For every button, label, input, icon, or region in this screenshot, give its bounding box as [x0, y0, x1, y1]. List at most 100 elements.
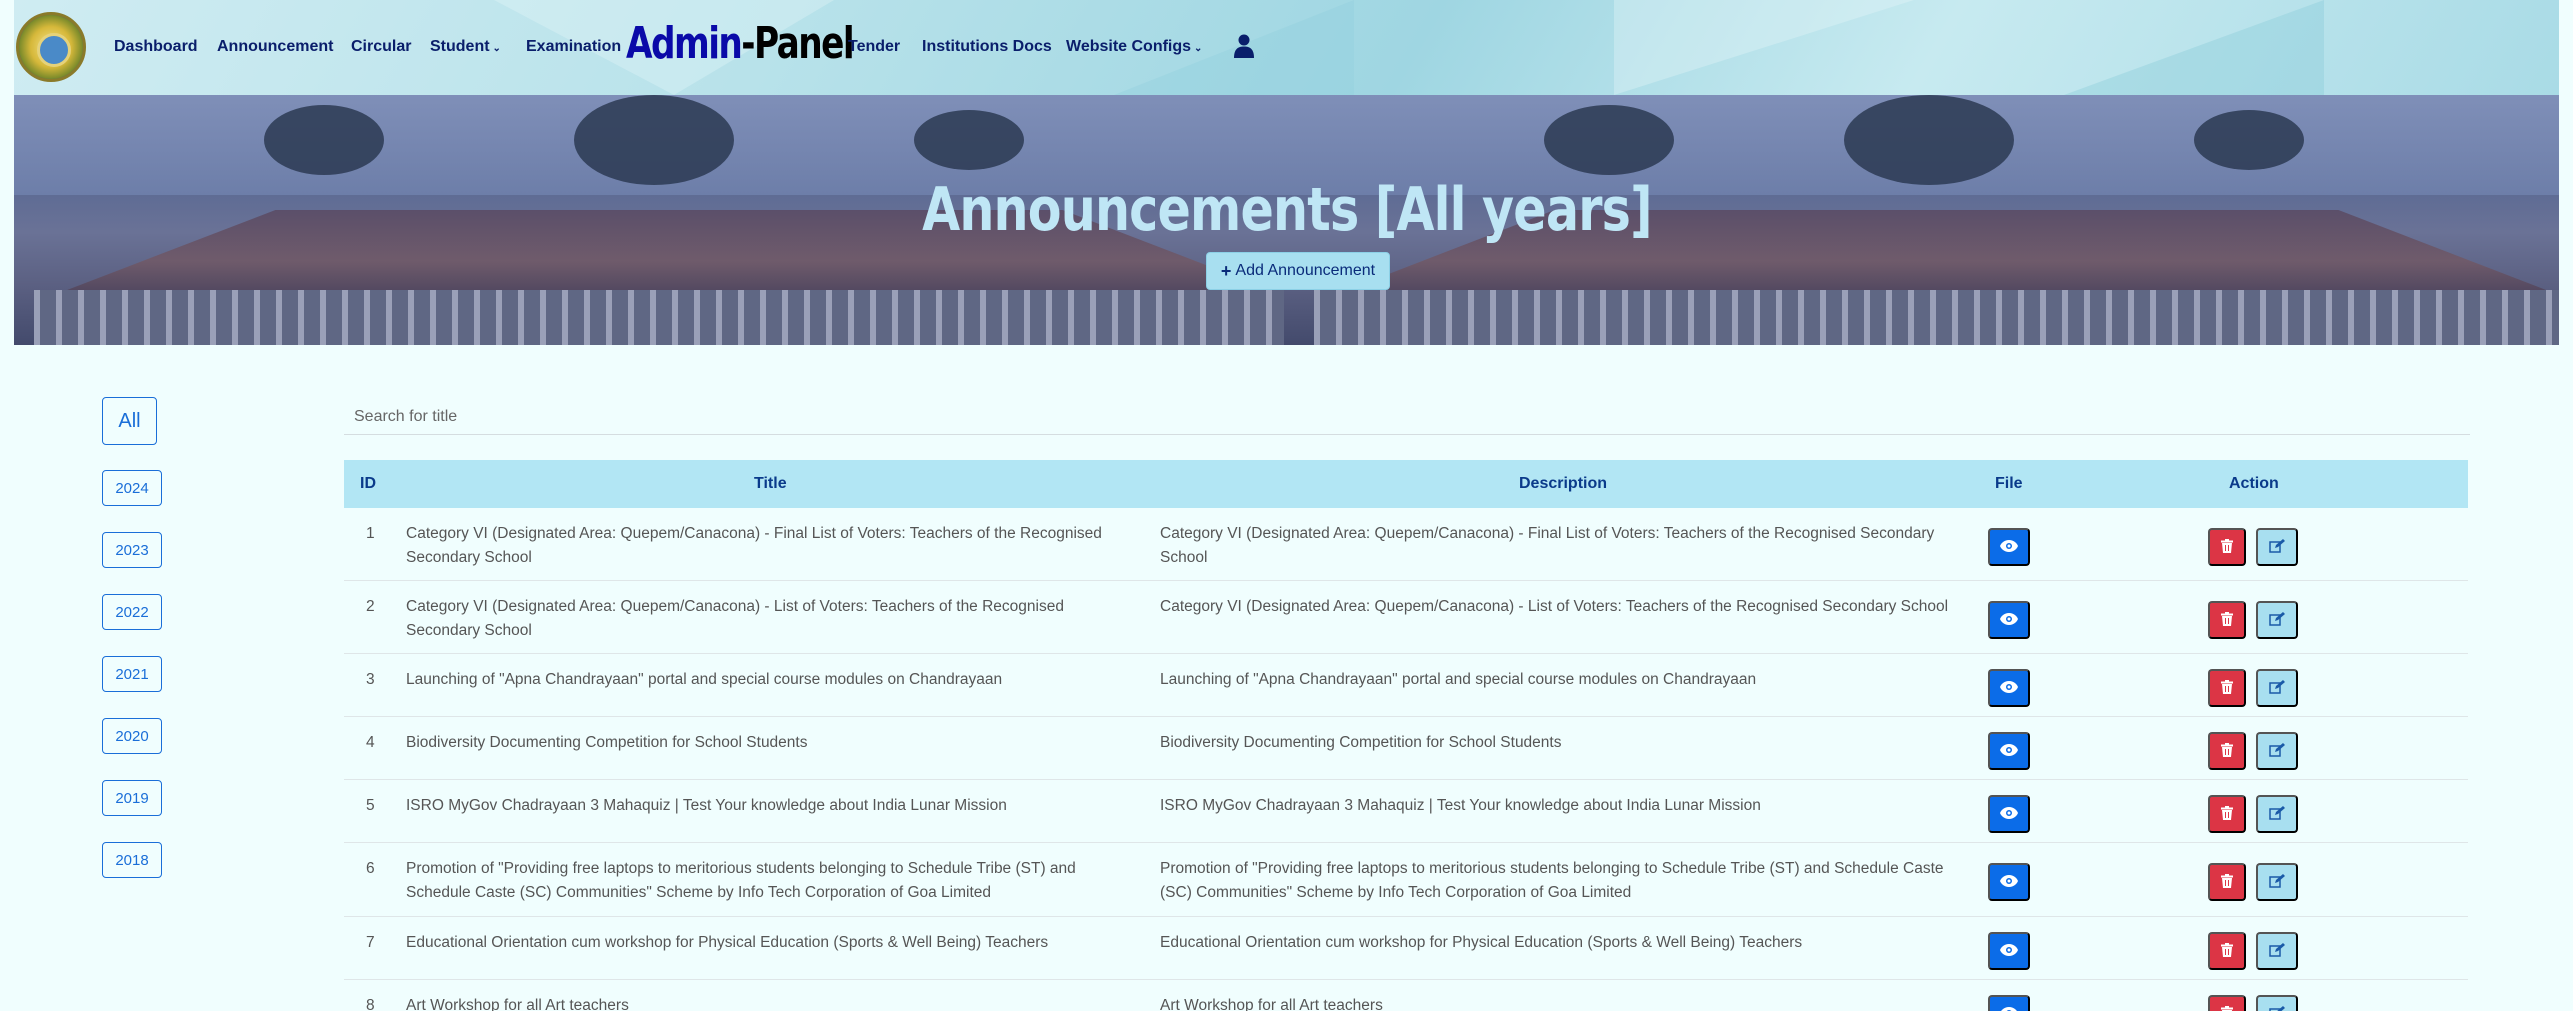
edit-icon: [2269, 538, 2285, 556]
cell-id: 8: [366, 997, 375, 1011]
cell-description: Educational Orientation cum workshop for…: [1160, 934, 1803, 951]
year-filter-2020[interactable]: 2020: [102, 718, 162, 754]
nav-dashboard[interactable]: Dashboard: [114, 38, 198, 56]
year-filter-2024[interactable]: 2024: [102, 470, 162, 506]
table-header: ID Title Description File Action: [344, 460, 2468, 508]
edit-button[interactable]: [2256, 863, 2298, 901]
nav-tender[interactable]: Tender: [848, 38, 900, 56]
edit-button[interactable]: [2256, 669, 2298, 707]
top-navbar: Dashboard Announcement Circular Student ⌄…: [14, 0, 2559, 95]
cell-id: 1: [366, 525, 375, 542]
brand-part-admin: Admin: [626, 18, 743, 69]
edit-button[interactable]: [2256, 932, 2298, 970]
cell-description: Art Workshop for all Art teachers: [1160, 997, 1383, 1011]
nav-student-dropdown[interactable]: Student ⌄: [430, 38, 501, 56]
delete-button[interactable]: [2208, 732, 2246, 770]
edit-icon: [2269, 942, 2285, 960]
trash-icon: [2221, 538, 2233, 556]
nav-announcement[interactable]: Announcement: [217, 38, 333, 56]
year-filter-2023[interactable]: 2023: [102, 532, 162, 568]
year-filter-2018[interactable]: 2018: [102, 842, 162, 878]
palm-tree: [264, 105, 384, 175]
table-row: 7 Educational Orientation cum workshop fo…: [344, 917, 2468, 980]
trash-icon: [2221, 942, 2233, 960]
background-facet: [2064, 0, 2324, 95]
cell-id: 3: [366, 671, 375, 688]
cell-description: Category VI (Designated Area: Quepem/Can…: [1160, 598, 1949, 615]
year-filter-2022[interactable]: 2022: [102, 594, 162, 630]
edit-button[interactable]: [2256, 601, 2298, 639]
delete-button[interactable]: [2208, 601, 2246, 639]
trash-icon: [2221, 611, 2233, 629]
palm-tree: [1844, 95, 2014, 185]
cell-title: Promotion of "Providing free laptops to …: [406, 860, 1076, 901]
trash-icon: [2221, 742, 2233, 760]
add-announcement-label: Add Announcement: [1235, 262, 1376, 279]
building-wall: [1314, 290, 2559, 345]
table-row: 1 Category VI (Designated Area: Quepem/Ca…: [344, 508, 2468, 581]
trash-icon: [2221, 679, 2233, 697]
header-file: File: [1995, 475, 2023, 492]
cell-title: Art Workshop for all Art teachers: [406, 997, 629, 1011]
delete-button[interactable]: [2208, 932, 2246, 970]
view-file-button[interactable]: [1988, 732, 2030, 770]
cell-id: 2: [366, 598, 375, 615]
cell-title: Launching of "Apna Chandrayaan" portal a…: [406, 671, 1003, 688]
delete-button[interactable]: [2208, 795, 2246, 833]
nav-examination[interactable]: Examination: [526, 38, 621, 56]
edit-icon: [2269, 742, 2285, 760]
cell-id: 7: [366, 934, 375, 951]
eye-icon: [2000, 612, 2018, 628]
institution-logo[interactable]: [16, 12, 86, 82]
header-id: ID: [360, 475, 376, 492]
table-row: 2 Category VI (Designated Area: Quepem/Ca…: [344, 581, 2468, 654]
eye-icon: [2000, 874, 2018, 890]
cell-description: Biodiversity Documenting Competition for…: [1160, 734, 1562, 751]
view-file-button[interactable]: [1988, 528, 2030, 566]
view-file-button[interactable]: [1988, 669, 2030, 707]
table-row: 5 ISRO MyGov Chadrayaan 3 Mahaquiz | Test…: [344, 780, 2468, 843]
cell-id: 4: [366, 734, 375, 751]
cell-id: 6: [366, 860, 375, 877]
nav-circular[interactable]: Circular: [351, 38, 411, 56]
edit-button[interactable]: [2256, 795, 2298, 833]
cell-description: Promotion of "Providing free laptops to …: [1160, 860, 1944, 901]
chevron-down-icon: ⌄: [492, 43, 501, 54]
delete-button[interactable]: [2208, 528, 2246, 566]
cell-description: Launching of "Apna Chandrayaan" portal a…: [1160, 671, 1757, 688]
view-file-button[interactable]: [1988, 995, 2030, 1011]
brand-title: Admin-Panel: [626, 18, 855, 69]
trash-icon: [2221, 873, 2233, 891]
palm-tree: [574, 95, 734, 185]
add-announcement-button[interactable]: + Add Announcement: [1206, 252, 1390, 290]
delete-button[interactable]: [2208, 669, 2246, 707]
chevron-down-icon: ⌄: [1194, 43, 1203, 54]
view-file-button[interactable]: [1988, 863, 2030, 901]
view-file-button[interactable]: [1988, 932, 2030, 970]
edit-button[interactable]: [2256, 528, 2298, 566]
edit-button[interactable]: [2256, 995, 2298, 1011]
year-filter-all[interactable]: All: [102, 397, 157, 445]
delete-button[interactable]: [2208, 995, 2246, 1011]
view-file-button[interactable]: [1988, 601, 2030, 639]
trash-icon: [2221, 1005, 2233, 1011]
cell-title: Category VI (Designated Area: Quepem/Can…: [406, 525, 1102, 566]
edit-icon: [2269, 611, 2285, 629]
header-title: Title: [754, 475, 787, 492]
search-input[interactable]: [344, 400, 2470, 435]
cell-description: ISRO MyGov Chadrayaan 3 Mahaquiz | Test …: [1160, 797, 1761, 814]
nav-website-configs-dropdown[interactable]: Website Configs ⌄: [1066, 38, 1202, 56]
year-filter-2021[interactable]: 2021: [102, 656, 162, 692]
header-description: Description: [1519, 475, 1608, 492]
trash-icon: [2221, 805, 2233, 823]
user-icon[interactable]: [1234, 34, 1254, 58]
delete-button[interactable]: [2208, 863, 2246, 901]
nav-institutions-docs[interactable]: Institutions Docs: [922, 38, 1052, 56]
table-row: 4 Biodiversity Documenting Competition fo…: [344, 717, 2468, 780]
view-file-button[interactable]: [1988, 795, 2030, 833]
year-filter-2019[interactable]: 2019: [102, 780, 162, 816]
eye-icon: [2000, 743, 2018, 759]
edit-button[interactable]: [2256, 732, 2298, 770]
eye-icon: [2000, 680, 2018, 696]
background-facet: [1614, 0, 1914, 95]
